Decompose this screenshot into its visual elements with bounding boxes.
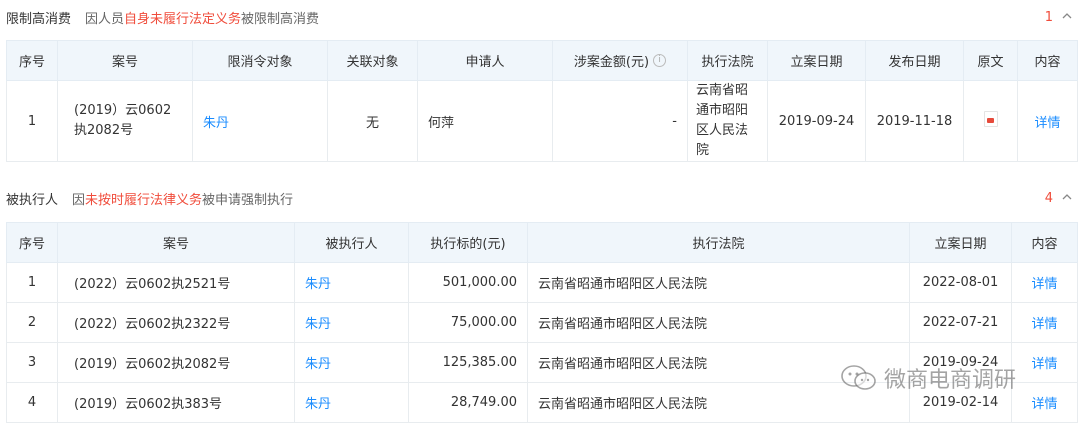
cell-case: (2019）云0602执383号 <box>57 382 295 423</box>
table-header-row: 序号 案号 限消令对象 关联对象 申请人 涉案金额(元) i 执行法院 立案日期 … <box>6 40 1078 81</box>
wechat-icon <box>841 365 876 390</box>
col-header-case: 案号 <box>57 222 295 263</box>
col-header-amount: 涉案金额(元) i <box>552 40 688 81</box>
cell-amount: 28,749.00 <box>408 382 528 423</box>
cell-case: (2022）云0602执2521号 <box>57 262 295 303</box>
cell-court: 云南省昭通市昭阳区人民法院 <box>687 80 768 162</box>
col-header-target: 限消令对象 <box>192 40 328 81</box>
collapse-chevron-up-icon[interactable] <box>1062 192 1072 202</box>
collapse-chevron-up-icon[interactable] <box>1062 11 1072 21</box>
person-link[interactable]: 朱丹 <box>294 382 409 423</box>
cell-amount: 75,000.00 <box>408 302 528 343</box>
cell-court: 云南省昭通市昭阳区人民法院 <box>527 262 910 303</box>
table-row: 2 (2022）云0602执2322号 朱丹 75,000.00 云南省昭通市昭… <box>6 302 1078 343</box>
cell-amount: 501,000.00 <box>408 262 528 303</box>
col-header-person: 被执行人 <box>294 222 409 263</box>
pdf-file-icon[interactable] <box>983 111 998 127</box>
cell-case: (2022）云0602执2322号 <box>57 302 295 343</box>
section-title: 被执行人 <box>6 192 59 208</box>
col-header-case: 案号 <box>57 40 193 81</box>
cell-published: 2019-11-18 <box>865 80 964 162</box>
cell-related: 无 <box>327 80 418 162</box>
section-title: 限制高消费 <box>6 11 72 27</box>
detail-link[interactable]: 详情 <box>1011 382 1078 423</box>
col-header-no: 序号 <box>6 40 58 81</box>
cell-applicant: 何萍 <box>417 80 553 162</box>
section-header-restriction: 限制高消费 因人员自身未履行法定义务被限制高消费 1 <box>0 0 1080 34</box>
restriction-table: 序号 案号 限消令对象 关联对象 申请人 涉案金额(元) i 执行法院 立案日期 … <box>6 40 1078 162</box>
section-description: 因未按时履行法律义务被申请强制执行 <box>72 192 294 208</box>
section-description: 因人员自身未履行法定义务被限制高消费 <box>85 11 320 27</box>
col-header-doc: 原文 <box>963 40 1018 81</box>
cell-filed: 2019-09-24 <box>767 80 866 162</box>
col-header-published: 发布日期 <box>865 40 964 81</box>
cell-no: 3 <box>6 342 58 383</box>
person-link[interactable]: 朱丹 <box>294 302 409 343</box>
col-header-content: 内容 <box>1017 40 1078 81</box>
cell-case: (2019）云0602执2082号 <box>57 80 193 162</box>
col-header-court: 执行法院 <box>527 222 910 263</box>
target-link[interactable]: 朱丹 <box>192 80 328 162</box>
table-row: 1 (2019）云0602执2082号 朱丹 无 何萍 - 云南省昭通市昭阳区人… <box>6 80 1078 162</box>
table-header-row: 序号 案号 被执行人 执行标的(元) 执行法院 立案日期 内容 <box>6 222 1078 263</box>
cell-case: (2019）云0602执2082号 <box>57 342 295 383</box>
info-icon[interactable]: i <box>653 54 667 67</box>
watermark-text: 微商电商调研 <box>884 368 1017 393</box>
cell-amount: 125,385.00 <box>408 342 528 383</box>
cell-no: 2 <box>6 302 58 343</box>
cell-amount: - <box>552 80 688 162</box>
record-count: 4 <box>1044 190 1053 206</box>
col-header-filed: 立案日期 <box>909 222 1012 263</box>
col-header-filed: 立案日期 <box>767 40 866 81</box>
cell-no: 1 <box>6 262 58 303</box>
col-header-amount: 执行标的(元) <box>408 222 528 263</box>
detail-link[interactable]: 详情 <box>1011 262 1078 303</box>
cell-no: 4 <box>6 382 58 423</box>
person-link[interactable]: 朱丹 <box>294 342 409 383</box>
col-header-content: 内容 <box>1011 222 1078 263</box>
col-header-no: 序号 <box>6 222 58 263</box>
record-count: 1 <box>1044 9 1053 25</box>
detail-link[interactable]: 详情 <box>1011 342 1078 383</box>
detail-link[interactable]: 详情 <box>1011 302 1078 343</box>
col-header-related: 关联对象 <box>327 40 418 81</box>
col-header-applicant: 申请人 <box>417 40 553 81</box>
cell-court: 云南省昭通市昭阳区人民法院 <box>527 302 910 343</box>
cell-filed: 2022-08-01 <box>909 262 1012 303</box>
cell-no: 1 <box>6 80 58 162</box>
table-row: 1 (2022）云0602执2521号 朱丹 501,000.00 云南省昭通市… <box>6 262 1078 303</box>
watermark: 微商电商调研 <box>840 362 1016 394</box>
col-header-court: 执行法院 <box>687 40 768 81</box>
person-link[interactable]: 朱丹 <box>294 262 409 303</box>
cell-filed: 2022-07-21 <box>909 302 1012 343</box>
section-header-enforced: 被执行人 因未按时履行法律义务被申请强制执行 4 <box>0 181 1080 215</box>
detail-link[interactable]: 详情 <box>1017 80 1078 162</box>
